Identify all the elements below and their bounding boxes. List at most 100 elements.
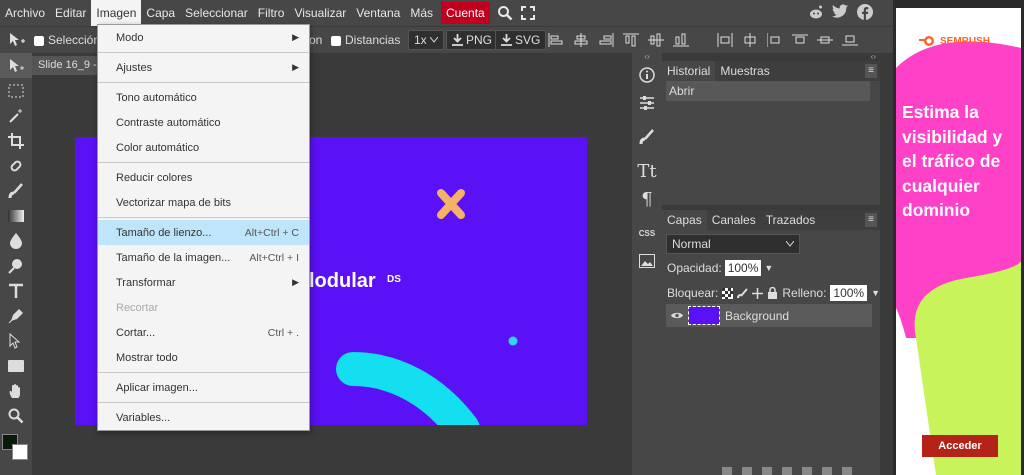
lock-pixels-icon[interactable] (737, 287, 749, 299)
collapse-arrows-icon[interactable]: ‹› (632, 53, 662, 61)
menu-item-aplicar-imagen[interactable]: Aplicar imagen... (98, 375, 309, 400)
path-select-icon[interactable] (0, 328, 32, 353)
history-item[interactable]: Abrir (666, 81, 870, 101)
menu-item-ajustes[interactable]: Ajustes ▶ (98, 55, 309, 80)
export-svg-button[interactable]: SVG (495, 30, 547, 50)
menu-item-tono-automatico[interactable]: Tono automático (98, 85, 309, 110)
distribute-top-icon[interactable] (792, 33, 808, 47)
crop-tool-icon[interactable] (0, 128, 32, 153)
layer-mask-icon[interactable] (782, 467, 792, 475)
character-icon[interactable]: Tt (632, 157, 662, 185)
distribute-right-icon[interactable] (767, 33, 783, 47)
panel-menu-icon[interactable]: ≡ (865, 64, 877, 78)
fill-dropdown-icon[interactable]: ▼ (871, 288, 880, 298)
marquee-tool-icon[interactable] (0, 78, 32, 103)
menu-item-vectorizar[interactable]: Vectorizar mapa de bits (98, 190, 309, 215)
menu-seleccionar[interactable]: Seleccionar (180, 0, 253, 26)
menu-item-reducir-colores[interactable]: Reducir colores (98, 165, 309, 190)
css-icon[interactable]: CSS (632, 219, 662, 247)
menu-capa[interactable]: Capa (141, 0, 180, 26)
tab-muestras[interactable]: Muestras (715, 61, 774, 81)
ad-banner[interactable]: SEMRUSH Estima la visibilidad y el tráfi… (896, 8, 1021, 475)
new-layer-icon[interactable] (822, 467, 832, 475)
lock-transparency-icon[interactable] (722, 287, 734, 299)
new-group-icon[interactable] (802, 467, 812, 475)
reddit-icon[interactable] (808, 4, 824, 23)
background-color-swatch[interactable] (12, 444, 28, 460)
align-center-h-icon[interactable] (573, 33, 589, 47)
menu-item-mostrar-todo[interactable]: Mostrar todo (98, 345, 309, 370)
blur-tool-icon[interactable] (0, 228, 32, 253)
export-png-button[interactable]: PNG (446, 30, 499, 50)
align-left-icon[interactable] (548, 33, 564, 47)
collapse-arrows-icon[interactable]: ‹› (662, 53, 880, 61)
menu-mas[interactable]: Más (405, 0, 438, 26)
image-panel-icon[interactable] (632, 247, 662, 275)
adjustment-layer-icon[interactable] (762, 467, 772, 475)
tab-trazados[interactable]: Trazados (761, 210, 821, 230)
align-bottom-icon[interactable] (673, 33, 689, 47)
healing-tool-icon[interactable] (0, 153, 32, 178)
menu-item-tamano-imagen[interactable]: Tamaño de la imagen... Alt+Ctrl + I (98, 245, 309, 270)
search-icon[interactable] (493, 5, 517, 21)
distribute-left-icon[interactable] (717, 33, 733, 47)
fill-input[interactable]: 100% (830, 285, 868, 301)
zoom-select[interactable]: 1x (408, 30, 444, 50)
menu-item-color-automatico[interactable]: Color automático (98, 135, 309, 160)
menu-item-transformar[interactable]: Transformar ▶ (98, 270, 309, 295)
panel-menu-icon[interactable]: ≡ (865, 213, 877, 227)
color-swatches[interactable] (0, 428, 32, 468)
tab-historial[interactable]: Historial (662, 61, 716, 81)
ad-cta-button[interactable]: Acceder (922, 435, 998, 457)
menu-item-modo[interactable]: Modo ▶ (98, 25, 309, 50)
adjustments-icon[interactable] (632, 89, 662, 117)
menu-archivo[interactable]: Archivo (0, 0, 50, 26)
menu-imagen[interactable]: Imagen (91, 0, 142, 26)
brush-tool-icon[interactable] (0, 178, 32, 203)
tab-capas[interactable]: Capas (662, 210, 707, 230)
fullscreen-icon[interactable] (517, 6, 539, 20)
dodge-tool-icon[interactable] (0, 253, 32, 278)
visibility-eye-icon[interactable] (671, 311, 683, 320)
distribute-center-icon[interactable] (742, 33, 758, 47)
distribute-bottom-icon[interactable] (842, 33, 858, 47)
brush-settings-icon[interactable] (632, 123, 662, 151)
menu-filtro[interactable]: Filtro (253, 0, 290, 26)
zoom-tool-icon[interactable] (0, 403, 32, 428)
blend-mode-select[interactable]: Normal (666, 234, 800, 254)
layer-row[interactable]: Background (666, 304, 872, 327)
seleccion-checkbox[interactable] (34, 35, 44, 46)
align-top-icon[interactable] (623, 33, 639, 47)
info-icon[interactable] (632, 61, 662, 89)
align-middle-icon[interactable] (648, 33, 664, 47)
menu-item-cortar[interactable]: Cortar... Ctrl + . (98, 320, 309, 345)
menu-item-tamano-lienzo[interactable]: Tamaño de lienzo... Alt+Ctrl + C (98, 220, 309, 245)
twitter-icon[interactable] (832, 4, 849, 22)
magic-wand-icon[interactable] (0, 103, 32, 128)
align-right-icon[interactable] (598, 33, 614, 47)
cuenta-button[interactable]: Cuenta (441, 2, 490, 24)
shape-tool-icon[interactable] (0, 353, 32, 378)
menu-item-contraste-automatico[interactable]: Contraste automático (98, 110, 309, 135)
hand-tool-icon[interactable] (0, 378, 32, 403)
distribute-middle-icon[interactable] (817, 33, 833, 47)
paragraph-icon[interactable]: ¶ (632, 185, 662, 213)
menu-editar[interactable]: Editar (50, 0, 91, 26)
menu-visualizar[interactable]: Visualizar (289, 0, 351, 26)
text-tool-icon[interactable] (0, 278, 32, 303)
link-layers-icon[interactable] (722, 467, 732, 475)
move-tool-icon[interactable] (0, 53, 32, 78)
opacity-input[interactable]: 100% (724, 260, 762, 276)
distancias-checkbox[interactable] (331, 35, 341, 46)
lock-all-icon[interactable] (767, 287, 778, 299)
tab-canales[interactable]: Canales (707, 210, 761, 230)
gradient-tool-icon[interactable] (0, 203, 32, 228)
delete-layer-icon[interactable] (842, 467, 852, 475)
menu-ventana[interactable]: Ventana (351, 0, 405, 26)
pen-tool-icon[interactable] (0, 303, 32, 328)
opacity-dropdown-icon[interactable]: ▼ (764, 263, 773, 273)
layer-effects-icon[interactable] (742, 467, 752, 475)
menu-item-variables[interactable]: Variables... (98, 405, 309, 430)
facebook-icon[interactable] (857, 3, 873, 23)
lock-position-icon[interactable] (752, 287, 764, 299)
